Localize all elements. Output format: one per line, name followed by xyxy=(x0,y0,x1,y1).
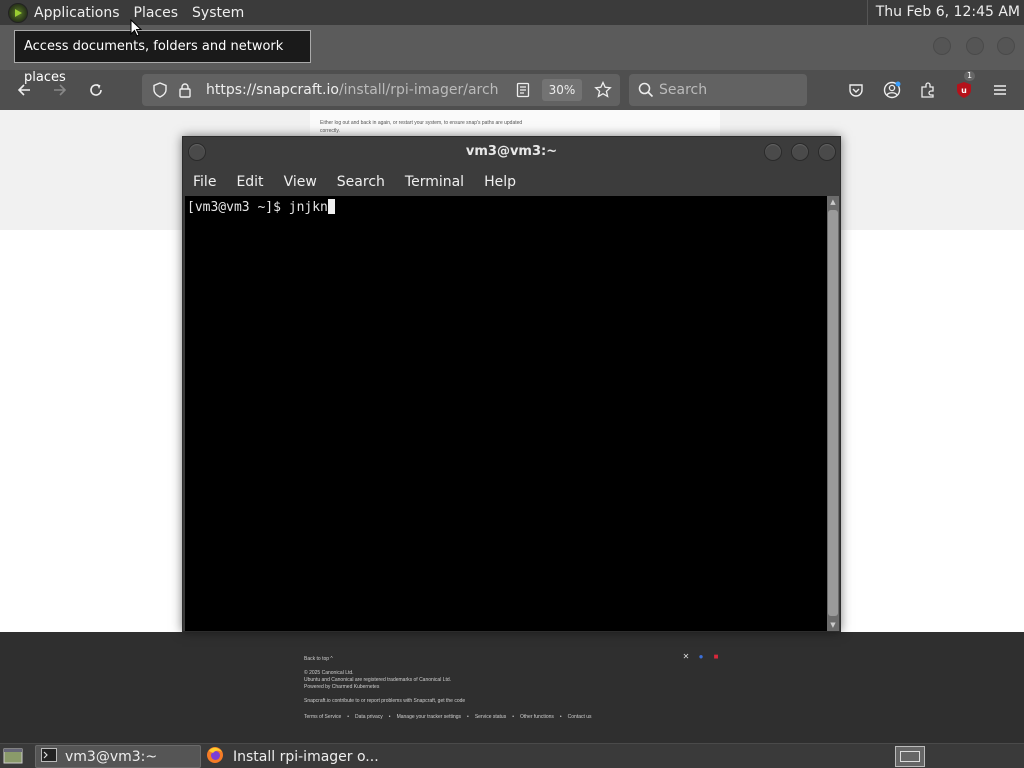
footer-links: Terms of Service • Data privacy • Manage y… xyxy=(304,714,592,721)
terminal-titlebar[interactable]: vm3@vm3:~ xyxy=(183,137,840,167)
terminal-scrollbar[interactable]: ▲ ▼ xyxy=(827,196,839,631)
terminal-title: vm3@vm3:~ xyxy=(465,144,558,159)
url-host: https://snapcraft.io xyxy=(206,82,339,98)
top-panel: Applications Places System Thu Feb 6, 12… xyxy=(0,0,1024,25)
bottom-panel: vm3@vm3:~ Install rpi-imager o... xyxy=(0,743,1024,768)
close-button[interactable] xyxy=(997,37,1015,55)
powered-by-text: Powered by Charmed Kubernetes xyxy=(304,684,380,690)
footer-link[interactable]: Service status xyxy=(475,714,506,721)
menu-terminal[interactable]: Terminal xyxy=(405,174,464,190)
applications-menu[interactable]: Applications xyxy=(34,5,120,21)
mouse-pointer-icon xyxy=(130,19,142,37)
page-intro-text: Either log out and back in again, or res… xyxy=(320,120,523,134)
terminal-close-button[interactable] xyxy=(818,143,836,161)
facebook-icon[interactable]: ● xyxy=(696,652,706,662)
taskbar-firefox[interactable]: Install rpi-imager o... xyxy=(204,745,384,768)
url-bar[interactable]: https://snapcraft.io/install/rpi-imager/… xyxy=(142,74,620,106)
url-text[interactable]: https://snapcraft.io/install/rpi-imager/… xyxy=(206,74,499,106)
distro-logo-icon[interactable] xyxy=(8,2,28,23)
menu-help[interactable]: Help xyxy=(484,174,516,190)
footer-link[interactable]: Manage your tracker settings xyxy=(397,714,461,721)
extensions-icon[interactable] xyxy=(916,78,940,102)
ublock-badge: 1 xyxy=(964,71,976,81)
search-icon xyxy=(638,82,654,102)
url-path: /install/rpi-imager/arch xyxy=(338,82,499,98)
terminal-screen[interactable]: [vm3@vm3 ~]$ jnjkn xyxy=(185,196,827,631)
shell-prompt: [vm3@vm3 ~]$ xyxy=(187,200,289,215)
zoom-level-badge[interactable]: 30% xyxy=(542,79,582,101)
workspace-switcher[interactable] xyxy=(895,746,925,767)
scroll-down-icon[interactable]: ▼ xyxy=(827,619,839,631)
lock-icon[interactable] xyxy=(178,82,192,102)
svg-text:u: u xyxy=(961,86,967,95)
minimize-button[interactable] xyxy=(933,37,951,55)
reader-view-icon[interactable] xyxy=(516,82,530,102)
maximize-button[interactable] xyxy=(966,37,984,55)
firefox-icon xyxy=(206,746,224,768)
copyright-text: © 2025 Canonical Ltd. xyxy=(304,670,354,676)
search-bar[interactable]: Search xyxy=(629,74,807,106)
text-cursor xyxy=(327,199,335,214)
page-footer: Back to top ^ © 2025 Canonical Ltd. Ubun… xyxy=(0,632,1024,743)
x-twitter-icon[interactable]: ✕ xyxy=(681,652,691,662)
terminal-minimize-button[interactable] xyxy=(764,143,782,161)
terminal-menubar: File Edit View Search Terminal Help xyxy=(183,167,840,196)
bookmark-star-icon[interactable] xyxy=(594,80,612,103)
browser-toolbar: https://snapcraft.io/install/rpi-imager/… xyxy=(0,70,1024,110)
taskbar-terminal[interactable]: vm3@vm3:~ xyxy=(35,745,201,768)
places-tooltip: Access documents, folders and network pl… xyxy=(14,30,311,85)
menu-edit[interactable]: Edit xyxy=(236,174,263,190)
scroll-up-icon[interactable]: ▲ xyxy=(827,196,839,208)
clock[interactable]: Thu Feb 6, 12:45 AM xyxy=(866,0,1024,25)
footer-link[interactable]: Data privacy xyxy=(355,714,383,721)
back-to-top-link[interactable]: Back to top ^ xyxy=(304,656,333,663)
footer-link[interactable]: Other functions xyxy=(520,714,554,721)
menu-view[interactable]: View xyxy=(284,174,317,190)
show-desktop-icon[interactable] xyxy=(3,747,23,768)
youtube-icon[interactable]: ■ xyxy=(711,652,721,662)
menu-file[interactable]: File xyxy=(193,174,216,190)
menu-search[interactable]: Search xyxy=(337,174,385,190)
terminal-app-icon xyxy=(41,747,57,766)
footer-link[interactable]: Terms of Service xyxy=(304,714,341,721)
account-icon[interactable] xyxy=(880,78,904,102)
tracking-protection-icon[interactable] xyxy=(152,82,168,102)
system-menu[interactable]: System xyxy=(192,5,244,21)
footer-link[interactable]: Contact us xyxy=(568,714,592,721)
pocket-icon[interactable] xyxy=(844,78,868,102)
terminal-maximize-button[interactable] xyxy=(791,143,809,161)
taskbar-firefox-label: Install rpi-imager o... xyxy=(233,748,379,765)
search-placeholder: Search xyxy=(659,82,708,98)
reload-icon[interactable] xyxy=(84,78,108,102)
ublock-origin-icon[interactable]: u 1 xyxy=(952,71,976,102)
scrollbar-thumb[interactable] xyxy=(828,210,838,616)
contribute-text: Snapcraft.io contribute to or report pro… xyxy=(304,698,466,704)
taskbar-terminal-label: vm3@vm3:~ xyxy=(65,748,158,765)
command-input[interactable]: jnjkn xyxy=(289,200,328,215)
terminal-window[interactable]: vm3@vm3:~ File Edit View Search Terminal… xyxy=(182,136,841,632)
hamburger-menu-icon[interactable] xyxy=(988,78,1012,102)
trademark-text: Ubuntu and Canonical are registered trad… xyxy=(304,677,452,683)
